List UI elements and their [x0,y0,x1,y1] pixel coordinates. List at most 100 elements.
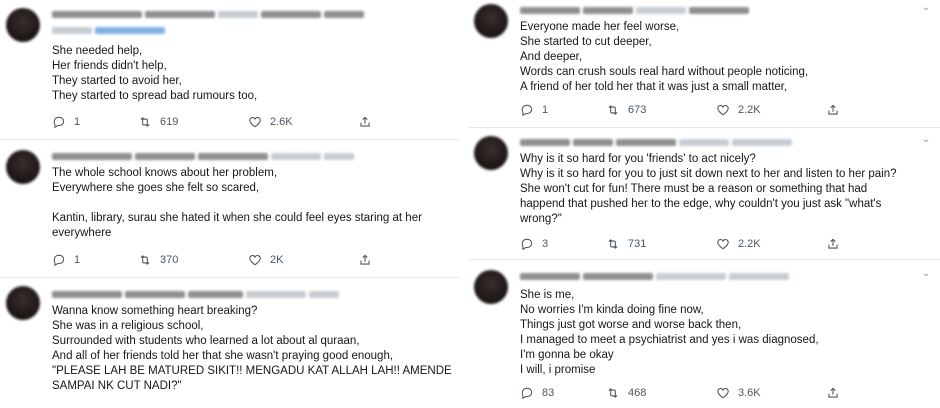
like-button[interactable]: 2K [248,253,358,267]
tweet[interactable]: Wanna know something heart breaking? She… [0,278,460,408]
tweet-text-line: Why is it so hard for you to just sit do… [520,168,897,180]
reply-button[interactable]: 83 [520,386,606,400]
share-button[interactable] [826,237,840,251]
like-button[interactable]: 2.2K [716,103,826,117]
tweet-text-line: They started to avoid her, [52,75,182,87]
avatar[interactable] [474,136,508,170]
tweet-text: Everyone made her feel worse, She starte… [520,20,808,95]
reply-button[interactable]: 1 [520,103,606,117]
tweet[interactable]: ⌄ Why is it so hard for you 'friends' to… [468,128,940,260]
reply-button[interactable]: 1 [52,115,138,129]
reply-icon [521,104,533,117]
share-icon [360,116,370,127]
heart-icon [717,239,729,250]
tweet-text-line: No worries I'm kinda doing fine now, [520,304,704,316]
tweet-text-line: happend that pushed her to the edge, why… [520,198,882,210]
chevron-down-icon[interactable]: ⌄ [922,3,934,13]
like-count: 2.2K [738,238,761,250]
tweet-text-line: SAMPAI NK CUT NADI?" [52,380,182,392]
like-button[interactable]: 3.6K [716,386,826,400]
reply-count: 3 [542,238,549,250]
share-icon [828,387,838,398]
retweet-button[interactable]: 370 [138,253,248,267]
share-button[interactable] [358,115,372,129]
like-count: 2.6K [270,116,293,128]
tweet-text: The whole school knows about her problem… [52,166,422,241]
tweet-text-line: And all of her friends told her that she… [52,350,394,362]
chevron-down-icon[interactable]: ⌄ [922,269,934,279]
avatar[interactable] [474,4,508,38]
avatar[interactable] [6,8,40,42]
tweet-text-line: I managed to meet a psychiatrist and yes… [520,334,819,346]
author-handle-blurred[interactable] [52,10,364,19]
retweet-button[interactable]: 468 [606,386,716,400]
retweet-icon [140,255,150,265]
share-button[interactable] [826,103,840,117]
author-handle-blurred[interactable] [52,152,354,161]
tweet-actions: 83 468 3.6K [520,385,840,401]
tweet-text-line: And deeper, [520,51,583,63]
share-button[interactable] [358,253,372,267]
tweet-text: Why is it so hard for you 'friends' to a… [520,152,897,227]
reply-button[interactable]: 3 [520,237,606,251]
tweet-text: She is me, No worries I'm kinda doing fi… [520,288,819,378]
avatar[interactable] [6,150,40,184]
tweet-text-line: Everywhere she goes she felt so scared, [52,182,260,194]
author-handle-blurred[interactable] [520,272,789,281]
tweet[interactable]: She needed help, Her friends didn't help… [0,0,460,140]
author-handle-blurred[interactable] [52,290,339,299]
retweet-button[interactable]: 731 [606,237,716,251]
tweet-text-line: A friend of her told her that it was jus… [520,81,788,93]
tweet-text-line: Why is it so hard for you 'friends' to a… [520,153,756,165]
retweet-icon [608,388,618,398]
tweet-text-line: She started to cut deeper, [520,36,652,48]
tweet[interactable]: ⌄ She is me, No worries I'm kinda doing … [468,260,940,408]
tweet-text-line: I'm gonna be okay [520,349,614,361]
like-button[interactable]: 2.6K [248,115,358,129]
author-handle-blurred[interactable] [520,138,792,147]
like-button[interactable]: 2.2K [716,237,826,251]
retweet-count: 619 [160,116,179,128]
reply-button[interactable]: 1 [52,253,138,267]
tweet[interactable]: ⌄ Everyone made her feel worse, She star… [468,0,940,128]
tweet-text-line: She won't cut for fun! There must be a r… [520,183,868,195]
tweet-text-line: "PLEASE LAH BE MATURED SIKIT!! MENGADU K… [52,365,452,377]
reply-count: 83 [542,387,555,399]
retweet-button[interactable]: 673 [606,103,716,117]
tweet-text-line: everywhere [52,227,112,239]
tweet-text-line: Kantin, library, surau she hated it when… [52,212,422,224]
tweet-text: She needed help, Her friends didn't help… [52,44,257,104]
avatar[interactable] [474,270,508,304]
heart-icon [249,117,261,128]
reply-icon [521,238,533,251]
tweet-actions: 3 731 2.2K [520,236,840,252]
tweet-text-line: Wanna know something heart breaking? [52,305,258,317]
retweet-icon [140,117,150,127]
chevron-down-icon[interactable]: ⌄ [922,135,934,145]
share-icon [828,104,838,115]
retweet-icon [608,105,618,115]
tweet-text-line: wrong?" [520,213,562,225]
heart-icon [717,388,729,399]
share-icon [360,254,370,265]
reply-count: 1 [74,116,81,128]
retweet-button[interactable]: 619 [138,115,248,129]
share-button[interactable] [826,386,840,400]
retweet-count: 731 [628,238,647,250]
retweet-count: 673 [628,104,647,116]
share-icon [828,238,838,249]
tweet-text-line [52,196,422,211]
tweet-text-line: Things just got worse and worse back the… [520,319,742,331]
avatar[interactable] [6,286,40,320]
reply-context-blurred[interactable] [52,26,165,35]
tweet-text-line: Her friends didn't help, [52,60,167,72]
tweet-text-line: The whole school knows about her problem… [52,167,278,179]
reply-icon [53,254,65,267]
author-handle-blurred[interactable] [520,6,749,15]
tweet-actions: 1 619 2.6K [52,114,372,130]
retweet-icon [608,239,618,249]
like-count: 2.2K [738,104,761,116]
tweet-actions: 1 370 2K [52,252,372,268]
like-count: 3.6K [738,387,761,399]
tweet[interactable]: The whole school knows about her problem… [0,140,460,278]
